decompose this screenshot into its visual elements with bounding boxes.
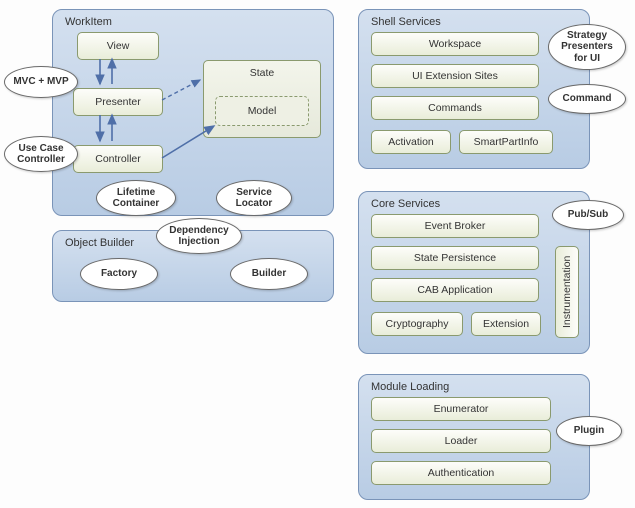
ellipse-builder: Builder: [230, 258, 308, 290]
box-controller-label: Controller: [95, 153, 141, 165]
box-crypto-label: Cryptography: [385, 318, 448, 330]
box-activation-label: Activation: [388, 136, 434, 148]
ellipse-command-label: Command: [563, 93, 612, 105]
box-authentication: Authentication: [371, 461, 551, 485]
ellipse-dependency-injection: Dependency Injection: [156, 218, 242, 254]
panel-module-loading: Module Loading Enumerator Loader Authent…: [358, 374, 590, 500]
box-activation: Activation: [371, 130, 451, 154]
box-presenter-label: Presenter: [95, 96, 141, 108]
ellipse-strategy-label: Strategy Presenters for UI: [561, 30, 613, 65]
box-cab-app: CAB Application: [371, 278, 539, 302]
box-loader: Loader: [371, 429, 551, 453]
panel-ml-title: Module Loading: [367, 381, 581, 393]
ellipse-factory-label: Factory: [101, 268, 137, 280]
box-state-label: State: [250, 67, 275, 79]
box-enum-label: Enumerator: [434, 403, 489, 415]
ellipse-command-pattern: Command: [548, 84, 626, 114]
box-event-broker: Event Broker: [371, 214, 539, 238]
ellipse-lifetime-label: Lifetime Container: [113, 187, 160, 210]
box-loader-label: Loader: [445, 435, 478, 447]
box-enumerator: Enumerator: [371, 397, 551, 421]
ellipse-builder-label: Builder: [252, 268, 286, 280]
panel-shell-title: Shell Services: [367, 16, 581, 28]
box-statep-label: State Persistence: [414, 252, 496, 264]
ellipse-mvc-mvp: MVC + MVP: [4, 66, 78, 98]
box-eventbroker-label: Event Broker: [425, 220, 486, 232]
ellipse-lifetime-container: Lifetime Container: [96, 180, 176, 216]
box-instrumentation: Instrumentation: [555, 246, 579, 338]
ellipse-plugin: Plugin: [556, 416, 622, 446]
box-instr-label: Instrumentation: [561, 256, 573, 328]
box-uiext-label: UI Extension Sites: [412, 70, 498, 82]
box-controller: Controller: [73, 145, 163, 173]
box-view: View: [77, 32, 159, 60]
ellipse-factory: Factory: [80, 258, 158, 290]
ellipse-mvc-mvp-label: MVC + MVP: [13, 76, 68, 88]
ellipse-use-case-controller: Use Case Controller: [4, 136, 78, 172]
ellipse-use-case-label: Use Case Controller: [17, 143, 65, 166]
ellipse-strategy-presenters: Strategy Presenters for UI: [548, 24, 626, 70]
box-smartpart-label: SmartPartInfo: [474, 136, 539, 148]
box-cab-label: CAB Application: [417, 284, 492, 296]
panel-workitem-title: WorkItem: [61, 16, 325, 28]
box-crypto: Cryptography: [371, 312, 463, 336]
ellipse-plugin-label: Plugin: [574, 425, 605, 437]
ellipse-pubsub-label: Pub/Sub: [568, 209, 609, 221]
box-smartpart: SmartPartInfo: [459, 130, 553, 154]
box-view-label: View: [107, 40, 130, 52]
box-commands: Commands: [371, 96, 539, 120]
box-workspace-label: Workspace: [429, 38, 481, 50]
box-auth-label: Authentication: [428, 467, 495, 479]
box-workspace: Workspace: [371, 32, 539, 56]
ellipse-service-locator: Service Locator: [216, 180, 292, 216]
box-commands-label: Commands: [428, 102, 482, 114]
box-state-persistence: State Persistence: [371, 246, 539, 270]
box-ui-ext: UI Extension Sites: [371, 64, 539, 88]
box-presenter: Presenter: [73, 88, 163, 116]
box-extension-label: Extension: [483, 318, 529, 330]
ellipse-service-locator-label: Service Locator: [236, 187, 273, 210]
box-extension: Extension: [471, 312, 541, 336]
panel-workitem: WorkItem View Presenter Controller State…: [52, 9, 334, 216]
box-model: Model: [215, 96, 309, 126]
ellipse-pubsub: Pub/Sub: [552, 200, 624, 230]
panel-core-title: Core Services: [367, 198, 581, 210]
ellipse-di-label: Dependency Injection: [169, 225, 228, 248]
box-model-label: Model: [248, 105, 277, 117]
